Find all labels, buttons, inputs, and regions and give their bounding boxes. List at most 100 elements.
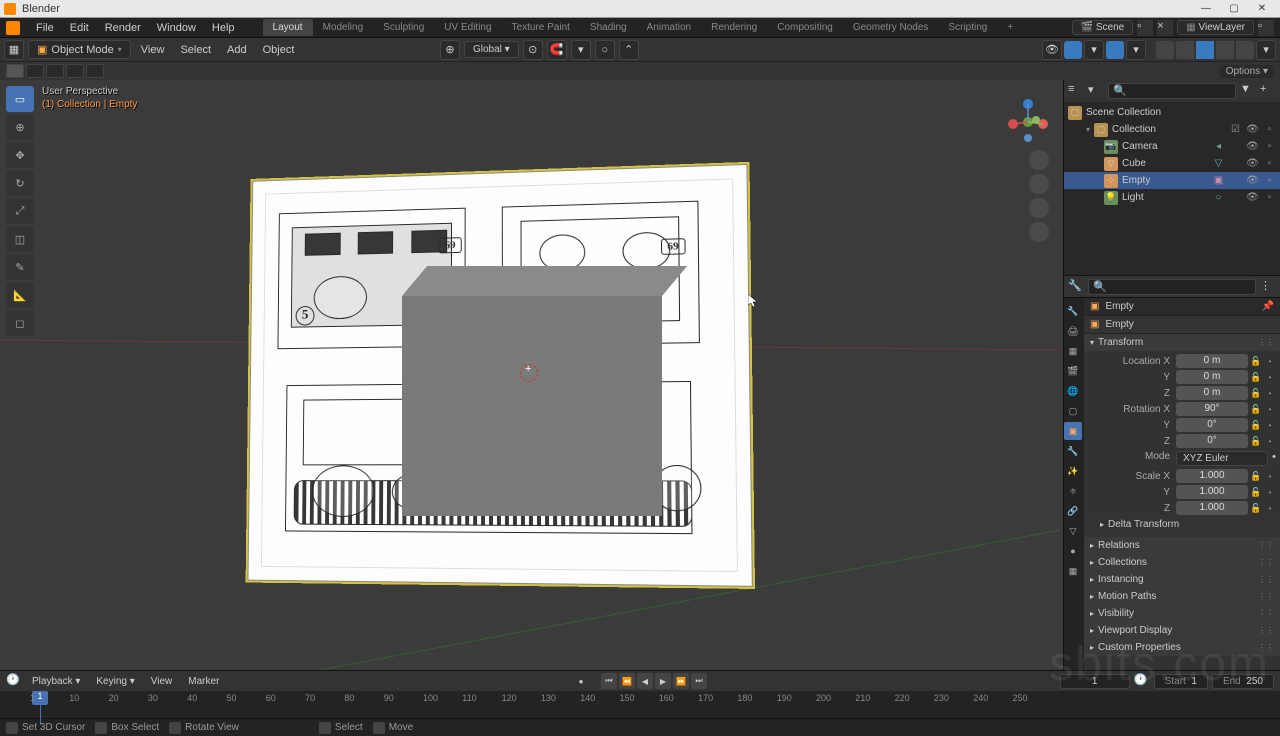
outliner-item-cube[interactable]: ▽ Cube ▽ 👁 ▫ <box>1064 155 1280 172</box>
rotation-z-field[interactable]: 0° <box>1176 434 1248 448</box>
jump-end-icon[interactable]: ⏭ <box>691 673 707 689</box>
hide-icon[interactable]: 👁 <box>1246 124 1259 135</box>
preview-range-icon[interactable]: 🕐 <box>1134 673 1150 689</box>
timeline-keying[interactable]: Keying ▾ <box>90 676 140 687</box>
editor-type-icon[interactable]: ▦ <box>4 40 24 60</box>
shade-solid-icon[interactable] <box>1196 41 1214 59</box>
hide-icon[interactable]: 👁 <box>1246 141 1259 152</box>
prop-tab-modifiers[interactable]: 🔧 <box>1064 442 1082 460</box>
hide-icon[interactable]: 👁 <box>1246 158 1259 169</box>
end-frame-field[interactable]: End 250 <box>1212 674 1274 689</box>
tab-add[interactable]: + <box>997 19 1023 36</box>
play-icon[interactable]: ▶ <box>655 673 671 689</box>
lock-icon[interactable]: 🔓 <box>1250 356 1262 367</box>
camera-data-icon[interactable]: ◂ <box>1212 141 1225 152</box>
timeline-view[interactable]: View <box>145 676 179 687</box>
location-z-field[interactable]: 0 m <box>1176 386 1248 400</box>
maximize-button[interactable]: ▢ <box>1220 1 1248 17</box>
lock-icon[interactable]: 🔓 <box>1250 471 1262 482</box>
autokey-icon[interactable]: ● <box>573 673 589 689</box>
outliner-item-empty[interactable]: ⊹ Empty ▣ 👁 ▫ <box>1064 172 1280 189</box>
tool-measure[interactable]: 📐 <box>6 282 34 308</box>
prop-breadcrumb-2[interactable]: ▣Empty <box>1084 316 1280 334</box>
shade-dropdown-icon[interactable]: ▾ <box>1256 40 1276 60</box>
next-key-icon[interactable]: ⏩ <box>673 673 689 689</box>
panel-viewport-display[interactable]: ▸Viewport Display⋮⋮ <box>1084 622 1280 639</box>
select-5-icon[interactable] <box>86 64 104 78</box>
outliner-display-icon[interactable]: ▾ <box>1088 83 1104 99</box>
shade-rendered-icon[interactable] <box>1236 41 1254 59</box>
tool-cursor[interactable]: ⊕ <box>6 114 34 140</box>
disable-icon[interactable]: ▫ <box>1263 192 1276 203</box>
rotation-mode-selector[interactable]: XYZ Euler <box>1176 451 1268 466</box>
outliner-item-light[interactable]: 💡 Light ○ 👁 ▫ <box>1064 189 1280 206</box>
properties-search[interactable]: 🔍 <box>1088 279 1256 295</box>
outliner-new-coll-icon[interactable]: + <box>1260 83 1276 99</box>
menu-select[interactable]: Select <box>174 44 217 56</box>
camera-view-icon[interactable] <box>1029 198 1049 218</box>
outliner-scene-collection[interactable]: ▢ Scene Collection <box>1064 104 1280 121</box>
persp-ortho-icon[interactable] <box>1029 222 1049 242</box>
scene-new-icon[interactable]: ▫ <box>1137 20 1153 36</box>
prop-tab-object[interactable]: ▣ <box>1064 422 1082 440</box>
tab-layout[interactable]: Layout <box>263 19 313 36</box>
outliner-filter-icon[interactable]: ▼ <box>1240 83 1256 99</box>
hide-icon[interactable]: 👁 <box>1246 175 1259 186</box>
timeline-track[interactable]: 1 11020304050607080901001101201301401501… <box>0 691 1280 718</box>
scene-del-icon[interactable]: × <box>1157 20 1173 36</box>
pin-icon[interactable]: 📌 <box>1262 301 1274 312</box>
menu-view[interactable]: View <box>135 44 171 56</box>
options-dropdown[interactable]: Options ▾ <box>1220 65 1274 78</box>
xray-icon[interactable] <box>1156 41 1174 59</box>
panel-instancing[interactable]: ▸Instancing⋮⋮ <box>1084 571 1280 588</box>
prop-tab-particles[interactable]: ✨ <box>1064 462 1082 480</box>
zoom-icon[interactable] <box>1029 150 1049 170</box>
properties-options-icon[interactable]: ⋮ <box>1260 279 1276 295</box>
outliner-collection[interactable]: ▾ ▢ Collection ☑ 👁 ▫ <box>1064 121 1280 138</box>
menu-window[interactable]: Window <box>149 22 204 34</box>
select-tweaks-icon[interactable] <box>6 64 24 78</box>
light-data-icon[interactable]: ○ <box>1212 192 1225 203</box>
disable-icon[interactable]: ▫ <box>1263 124 1276 135</box>
timeline-marker[interactable]: Marker <box>182 676 225 687</box>
panel-delta-transform[interactable]: ▸ Delta Transform <box>1084 516 1280 533</box>
prop-tab-viewlayer[interactable]: ▦ <box>1064 342 1082 360</box>
shade-matprev-icon[interactable] <box>1216 41 1234 59</box>
minimize-button[interactable]: — <box>1192 1 1220 17</box>
overlay-toggle-icon[interactable] <box>1106 41 1124 59</box>
menu-file[interactable]: File <box>28 22 62 34</box>
panel-visibility[interactable]: ▸Visibility⋮⋮ <box>1084 605 1280 622</box>
prop-tab-output[interactable]: 🖨 <box>1064 322 1082 340</box>
tool-rotate[interactable]: ↻ <box>6 170 34 196</box>
viewlayer-selector[interactable]: ▦ ViewLayer <box>1177 20 1254 35</box>
prop-tab-data[interactable]: ▽ <box>1064 522 1082 540</box>
menu-help[interactable]: Help <box>204 22 243 34</box>
tab-animation[interactable]: Animation <box>637 19 701 36</box>
exclude-icon[interactable]: ☑ <box>1229 124 1242 135</box>
tab-texpaint[interactable]: Texture Paint <box>502 19 580 36</box>
select-box-icon[interactable] <box>26 64 44 78</box>
menu-edit[interactable]: Edit <box>62 22 97 34</box>
blender-icon[interactable] <box>6 21 20 35</box>
prop-tab-material[interactable]: ● <box>1064 542 1082 560</box>
select-lasso-icon[interactable] <box>66 64 84 78</box>
timeline-type-icon[interactable]: 🕐 <box>6 673 22 689</box>
orientation-icon[interactable]: ⊕ <box>440 40 460 60</box>
panel-relations[interactable]: ▸Relations⋮⋮ <box>1084 537 1280 554</box>
scene-selector[interactable]: 🎬 Scene <box>1072 20 1134 35</box>
tool-scale[interactable]: ⤢ <box>6 198 34 224</box>
tool-select-box[interactable]: ▭ <box>6 86 34 112</box>
prop-tab-constraints[interactable]: 🔗 <box>1064 502 1082 520</box>
proportional-icon[interactable]: ○ <box>595 40 615 60</box>
prop-tab-physics[interactable]: ⚛ <box>1064 482 1082 500</box>
tool-transform[interactable]: ◫ <box>6 226 34 252</box>
location-x-field[interactable]: 0 m <box>1176 354 1248 368</box>
outliner-search[interactable]: 🔍 <box>1108 83 1236 99</box>
jump-start-icon[interactable]: ⏮ <box>601 673 617 689</box>
overlay-dropdown-icon[interactable]: ▾ <box>1126 40 1146 60</box>
lock-icon[interactable]: 🔓 <box>1250 487 1262 498</box>
tool-move[interactable]: ✥ <box>6 142 34 168</box>
menu-render[interactable]: Render <box>97 22 149 34</box>
menu-add[interactable]: Add <box>221 44 253 56</box>
panel-custom-properties[interactable]: ▸Custom Properties⋮⋮ <box>1084 639 1280 656</box>
